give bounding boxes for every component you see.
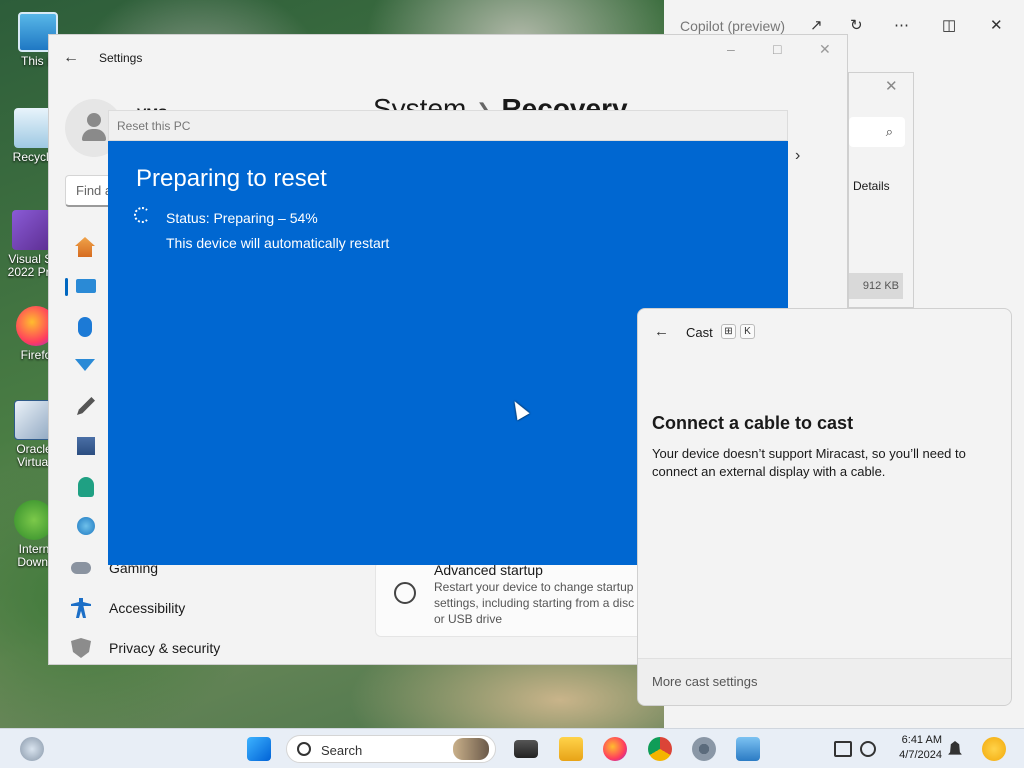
accounts-icon[interactable] bbox=[78, 477, 94, 497]
photos-icon[interactable] bbox=[736, 737, 760, 761]
power-restart-icon bbox=[394, 582, 416, 604]
taskbar-clock[interactable]: 6:41 AM 4/7/2024 bbox=[890, 733, 942, 763]
settings-titlebar: ← Settings – □ ✕ bbox=[49, 35, 847, 81]
apps-icon[interactable] bbox=[77, 437, 95, 455]
widgets-icon[interactable] bbox=[20, 737, 44, 761]
time-language-icon[interactable] bbox=[77, 517, 95, 535]
home-icon[interactable] bbox=[75, 237, 95, 257]
person-icon bbox=[82, 113, 106, 143]
display-cast-icon[interactable] bbox=[834, 741, 852, 757]
loading-spinner-icon bbox=[134, 207, 150, 223]
dock-sidebar-icon[interactable]: ◫ bbox=[942, 16, 956, 34]
sidebar-item-accessibility[interactable]: Accessibility bbox=[71, 590, 185, 626]
start-icon[interactable] bbox=[247, 737, 271, 761]
gamepad-icon bbox=[71, 562, 91, 574]
clock-date: 4/7/2024 bbox=[899, 749, 942, 761]
sidebar-item-label: Privacy & security bbox=[109, 640, 221, 656]
personalization-brush-icon[interactable] bbox=[77, 397, 95, 415]
reset-status-text: Status: Preparing – 54% bbox=[166, 210, 318, 226]
restart-notice: This device will automatically restart bbox=[166, 235, 390, 251]
chevron-right-icon[interactable]: › bbox=[795, 147, 800, 165]
wifi-icon[interactable] bbox=[75, 359, 95, 371]
back-arrow-icon[interactable]: ← bbox=[63, 49, 79, 67]
file-explorer-icon[interactable] bbox=[559, 737, 583, 761]
search-label: Search bbox=[321, 743, 363, 758]
bluetooth-icon[interactable] bbox=[78, 317, 92, 337]
open-in-new-icon[interactable]: ↗ bbox=[810, 16, 823, 34]
more-options-icon[interactable]: ⋯ bbox=[894, 16, 909, 34]
details-button[interactable]: Details bbox=[853, 179, 890, 193]
k-key-badge: K bbox=[740, 324, 755, 339]
task-view-icon[interactable] bbox=[514, 740, 538, 758]
more-cast-settings-link[interactable]: More cast settings bbox=[652, 674, 758, 689]
settings-icon[interactable] bbox=[692, 737, 716, 761]
advanced-startup-description: Restart your device to change startup se… bbox=[434, 580, 635, 626]
cast-description: Your device doesn’t support Miracast, so… bbox=[652, 446, 966, 479]
volume-muted-icon[interactable] bbox=[860, 741, 876, 757]
notifications-bell-icon[interactable] bbox=[948, 741, 962, 755]
refresh-icon[interactable]: ↻ bbox=[850, 16, 863, 34]
cast-title: Cast bbox=[686, 325, 713, 340]
file-explorer-window: ✕ ⌕ Details 912 KB bbox=[848, 72, 914, 308]
copilot-title: Copilot (preview) bbox=[680, 18, 786, 34]
cast-footer: More cast settings bbox=[638, 658, 1011, 705]
back-arrow-icon[interactable]: ← bbox=[654, 323, 669, 340]
taskbar: Search 6:41 AM 4/7/2024 bbox=[0, 728, 1024, 768]
maximize-icon[interactable]: □ bbox=[773, 41, 781, 57]
search-icon[interactable]: ⌕ bbox=[849, 117, 905, 147]
search-highlight-image bbox=[453, 738, 489, 760]
sidebar-item-label: Accessibility bbox=[109, 600, 186, 616]
accessibility-icon bbox=[71, 598, 91, 618]
minimize-icon[interactable]: – bbox=[727, 41, 735, 57]
nav-selection-indicator bbox=[65, 278, 68, 296]
taskbar-search[interactable]: Search bbox=[286, 735, 496, 763]
cast-heading: Connect a cable to cast bbox=[652, 413, 854, 433]
system-icon[interactable] bbox=[76, 279, 96, 293]
cast-flyout: ← Cast ⊞ K Connect a cable to cast Your … bbox=[637, 308, 1012, 706]
search-icon bbox=[297, 742, 311, 756]
file-size-cell: 912 KB bbox=[849, 273, 903, 299]
sidebar-item-privacy-security[interactable]: Privacy & security bbox=[71, 630, 220, 666]
close-icon[interactable]: ✕ bbox=[885, 77, 898, 95]
firefox-icon[interactable] bbox=[603, 737, 627, 761]
close-icon[interactable]: ✕ bbox=[990, 16, 1003, 34]
shield-icon bbox=[71, 638, 91, 658]
visual-studio-icon bbox=[12, 210, 52, 250]
dialog-heading: Preparing to reset bbox=[136, 165, 327, 192]
clock-time: 6:41 AM bbox=[901, 734, 942, 746]
chrome-icon[interactable] bbox=[648, 737, 672, 761]
windows-key-icon: ⊞ bbox=[721, 324, 736, 339]
dialog-titlebar: Reset this PC bbox=[108, 110, 788, 141]
copilot-preview-icon[interactable] bbox=[982, 737, 1006, 761]
close-icon[interactable]: ✕ bbox=[819, 41, 831, 58]
settings-title: Settings bbox=[99, 51, 143, 65]
